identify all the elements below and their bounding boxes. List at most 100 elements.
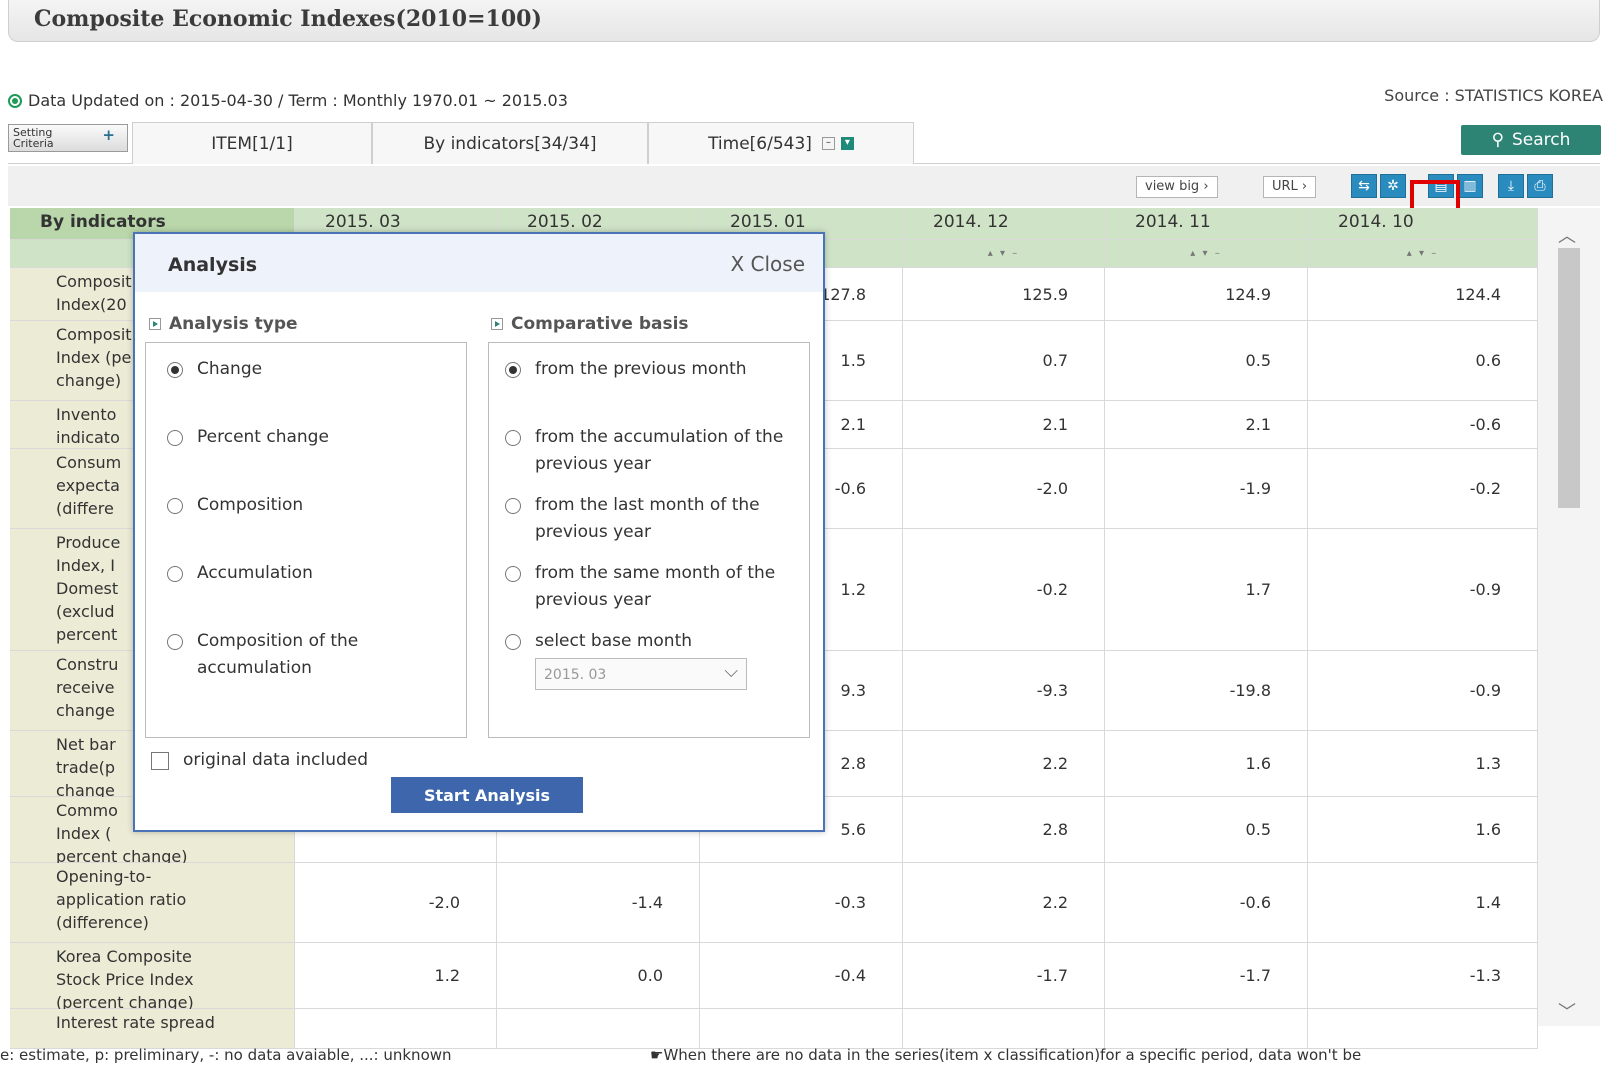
table-cell: 2.8: [903, 797, 1105, 863]
print-icon[interactable]: ⎙: [1527, 174, 1553, 198]
table-cell: 2.1: [903, 401, 1105, 449]
settings-icon[interactable]: ✲: [1380, 174, 1406, 198]
chart-icon[interactable]: ▥: [1457, 174, 1483, 198]
table-cell: [1105, 1009, 1308, 1049]
option-label: select base month: [535, 631, 693, 651]
dialog-header: Analysis X Close: [135, 234, 823, 292]
source-label: Source : STATISTICS KOREA: [1384, 86, 1603, 105]
tab-indicators-label: By indicators[34/34]: [423, 133, 597, 154]
table-cell: -9.3: [903, 651, 1105, 731]
table-cell: [1308, 1009, 1538, 1049]
table-cell: [700, 1009, 903, 1049]
chevron-up-icon[interactable]: ︿: [1558, 222, 1576, 248]
url-button[interactable]: URL ›: [1263, 176, 1317, 198]
radio-button[interactable]: [505, 430, 521, 446]
setting-criteria-button[interactable]: Setting Criteria +: [8, 124, 128, 152]
analysis-option[interactable]: Accumulation: [167, 560, 437, 587]
page-title: Composite Economic Indexes(2010=100): [34, 6, 542, 32]
scrollbar[interactable]: ︿ ﹀: [1538, 208, 1600, 1026]
row-label: Opening-to- application ratio (differenc…: [10, 863, 295, 943]
tab-item[interactable]: ITEM[1/1]: [132, 122, 372, 164]
analysis-type-heading: Analysis type: [149, 314, 298, 334]
table-cell: -1.7: [1105, 943, 1308, 1009]
table-cell: -1.7: [903, 943, 1105, 1009]
column-header[interactable]: 2014. 11: [1105, 208, 1308, 240]
table-cell: 124.9: [1105, 268, 1308, 321]
option-label: Percent change: [197, 427, 329, 447]
expand-icon[interactable]: ▾: [840, 137, 854, 150]
table-cell: 1.7: [1105, 529, 1308, 651]
comparative-basis-heading: Comparative basis: [491, 314, 689, 334]
row-label: Interest rate spread: [10, 1009, 295, 1049]
sort-icon[interactable]: ▴ ▾ –: [988, 248, 1019, 259]
tab-item-label: ITEM[1/1]: [211, 133, 293, 154]
base-month-select[interactable]: 2015. 03 ⌵: [535, 658, 747, 690]
analysis-option[interactable]: Change: [167, 356, 437, 383]
sort-icon[interactable]: ▴ ▾ –: [1407, 248, 1438, 259]
table-cell: 2.2: [903, 731, 1105, 797]
comparative-option[interactable]: select base month: [505, 628, 800, 655]
analysis-option[interactable]: Percent change: [167, 424, 437, 451]
chevron-down-icon[interactable]: ﹀: [1558, 998, 1576, 1024]
option-label: from the last month of the previous year: [535, 495, 760, 542]
row-label: Korea Composite Stock Price Index (perce…: [10, 943, 295, 1012]
comparative-option[interactable]: from the previous month: [505, 356, 800, 383]
table-cell: -0.4: [700, 943, 903, 1009]
comparative-option[interactable]: from the same month of the previous year: [505, 560, 800, 614]
plus-icon: +: [102, 126, 115, 144]
title-bar: Composite Economic Indexes(2010=100): [8, 0, 1600, 42]
download-icon[interactable]: ⤓: [1498, 174, 1524, 198]
original-data-checkbox[interactable]: [151, 752, 169, 770]
analysis-type-label: Analysis type: [169, 314, 298, 334]
table-cell: -0.2: [1308, 449, 1538, 529]
footer-legend: e: estimate, p: preliminary, -: no data …: [0, 1046, 452, 1064]
column-header[interactable]: 2014. 10: [1308, 208, 1538, 240]
radio-button[interactable]: [167, 362, 183, 378]
option-label: from the previous month: [535, 359, 747, 379]
analysis-option[interactable]: Composition: [167, 492, 437, 519]
table-cell: 2.2: [903, 863, 1105, 943]
option-label: Change: [197, 359, 263, 379]
option-label: Composition: [197, 495, 304, 515]
swap-axes-icon[interactable]: ⇆: [1351, 174, 1377, 198]
search-button[interactable]: ⚲ Search: [1461, 125, 1601, 155]
tab-time[interactable]: Time[6/543] – ▾: [648, 122, 914, 164]
sort-controls[interactable]: ▴ ▾ –: [1105, 240, 1308, 268]
sort-controls[interactable]: ▴ ▾ –: [903, 240, 1105, 268]
scroll-thumb[interactable]: [1558, 248, 1580, 508]
radio-button[interactable]: [505, 566, 521, 582]
radio-button[interactable]: [505, 498, 521, 514]
table-cell: 0.5: [1105, 321, 1308, 401]
tab-by-indicators[interactable]: By indicators[34/34]: [372, 122, 648, 164]
table-cell: -1.9: [1105, 449, 1308, 529]
view-big-button[interactable]: view big ›: [1136, 176, 1218, 198]
column-header[interactable]: 2014. 12: [903, 208, 1105, 240]
bullet-arrow-icon: [491, 318, 503, 330]
radio-button[interactable]: [505, 362, 521, 378]
table-cell: 2.1: [1105, 401, 1308, 449]
radio-button[interactable]: [505, 634, 521, 650]
comparative-option[interactable]: from the accumulation of the previous ye…: [505, 424, 800, 478]
analysis-option[interactable]: Composition of the accumulation: [167, 628, 437, 682]
table-cell: 1.6: [1308, 797, 1538, 863]
footer-note: ☛When there are no data in the series(it…: [650, 1046, 1362, 1064]
update-text: Data Updated on : 2015-04-30 / Term : Mo…: [28, 91, 568, 110]
dialog-title: Analysis: [168, 254, 258, 276]
radio-button[interactable]: [167, 634, 183, 650]
radio-button[interactable]: [167, 566, 183, 582]
radio-button[interactable]: [167, 498, 183, 514]
comparative-option[interactable]: from the last month of the previous year: [505, 492, 800, 546]
close-button[interactable]: X Close: [730, 252, 805, 276]
sort-controls[interactable]: ▴ ▾ –: [1308, 240, 1538, 268]
radio-button[interactable]: [167, 430, 183, 446]
table-cell: -1.3: [1308, 943, 1538, 1009]
table-cell: 1.2: [295, 943, 497, 1009]
original-data-option[interactable]: original data included: [151, 747, 368, 774]
collapse-icon[interactable]: –: [821, 137, 835, 150]
sort-icon[interactable]: ▴ ▾ –: [1190, 248, 1221, 259]
original-data-label: original data included: [183, 750, 369, 770]
start-analysis-button[interactable]: Start Analysis: [391, 777, 583, 813]
option-label: from the same month of the previous year: [535, 563, 776, 610]
radio-dot-icon: [8, 93, 22, 108]
base-month-value: 2015. 03: [544, 667, 607, 683]
